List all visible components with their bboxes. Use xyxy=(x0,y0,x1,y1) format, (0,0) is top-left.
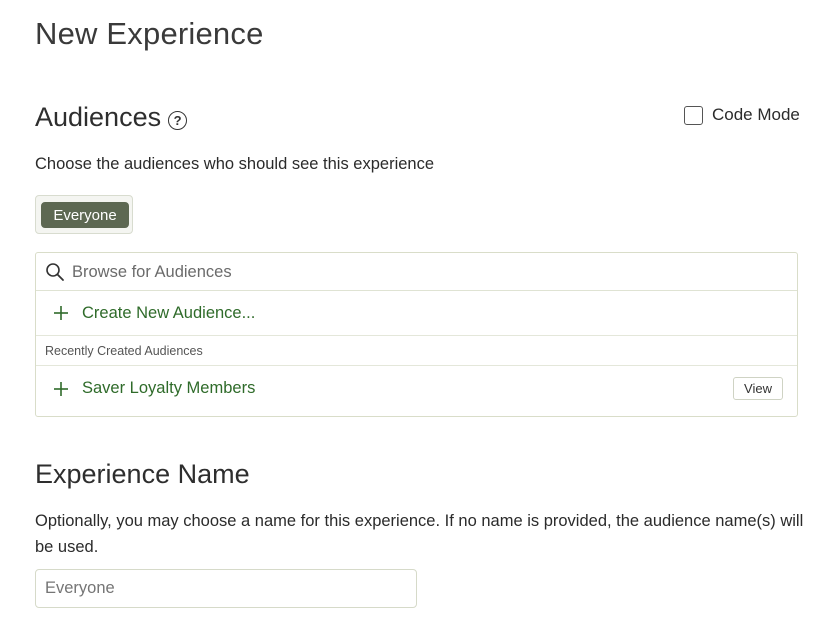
create-new-audience-label: Create New Audience... xyxy=(82,303,256,322)
page-title: New Experience xyxy=(35,16,264,51)
audience-browser: Create New Audience... Recently Created … xyxy=(35,252,798,417)
create-new-audience-row[interactable]: Create New Audience... xyxy=(36,291,797,336)
code-mode-toggle[interactable]: Code Mode xyxy=(684,105,800,125)
question-circle-icon[interactable]: ? xyxy=(168,111,188,130)
experience-name-input[interactable] xyxy=(35,569,417,608)
audience-search-input[interactable] xyxy=(72,259,772,285)
recent-audiences-header: Recently Created Audiences xyxy=(36,336,797,366)
code-mode-checkbox[interactable] xyxy=(684,105,703,125)
selected-audiences: Everyone xyxy=(35,195,133,234)
search-icon xyxy=(46,263,64,281)
experience-name-title: Experience Name xyxy=(35,459,250,489)
search-row xyxy=(36,253,797,291)
plus-icon xyxy=(54,306,68,320)
plus-icon xyxy=(54,381,68,396)
audiences-heading: Audiences ? xyxy=(35,102,188,133)
audience-name: Saver Loyalty Members xyxy=(82,379,256,397)
view-audience-button[interactable]: View xyxy=(733,377,783,400)
page: New Experience Audiences ? Code Mode Cho… xyxy=(0,0,836,641)
audiences-title: Audiences xyxy=(35,102,162,132)
code-mode-label: Code Mode xyxy=(712,105,800,124)
experience-name-description: Optionally, you may choose a name for th… xyxy=(35,512,804,556)
list-item[interactable]: Saver Loyalty Members View xyxy=(36,366,797,411)
audiences-description: Choose the audiences who should see this… xyxy=(35,155,435,173)
audience-chip-everyone[interactable]: Everyone xyxy=(41,202,129,228)
